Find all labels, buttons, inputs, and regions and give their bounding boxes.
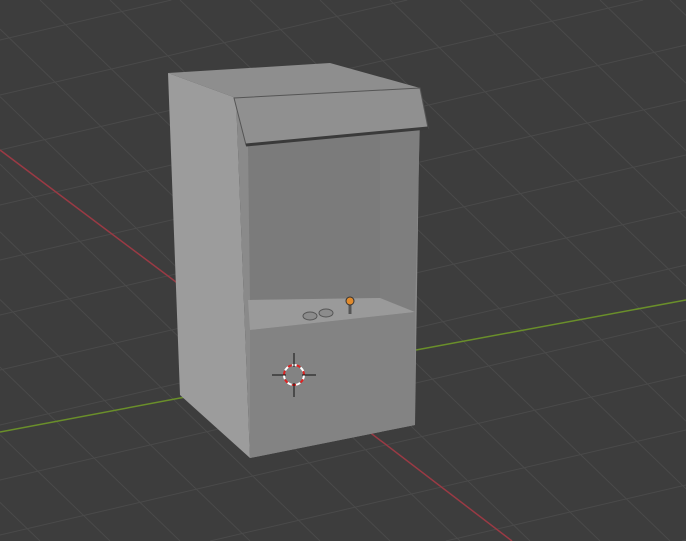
screen-recess xyxy=(248,128,380,300)
arcade-cabinet[interactable] xyxy=(168,63,429,458)
lower-front xyxy=(250,312,415,458)
grid-line xyxy=(529,0,686,152)
3d-viewport[interactable] xyxy=(0,0,686,541)
grid-line xyxy=(0,366,181,541)
grid-line xyxy=(669,0,686,16)
grid-line xyxy=(459,0,686,219)
grid-line xyxy=(445,484,686,541)
x-axis-line xyxy=(0,149,181,286)
viewport-canvas[interactable] xyxy=(0,0,686,541)
y-axis-line-right xyxy=(415,299,686,351)
cabinet-right-panel xyxy=(380,120,420,312)
joystick-ball xyxy=(345,296,355,306)
grid-line xyxy=(599,0,686,84)
grid-line xyxy=(0,502,41,541)
button-2 xyxy=(318,308,334,318)
grid-line xyxy=(389,0,686,287)
grid-line xyxy=(0,434,111,541)
button-1 xyxy=(302,311,318,321)
